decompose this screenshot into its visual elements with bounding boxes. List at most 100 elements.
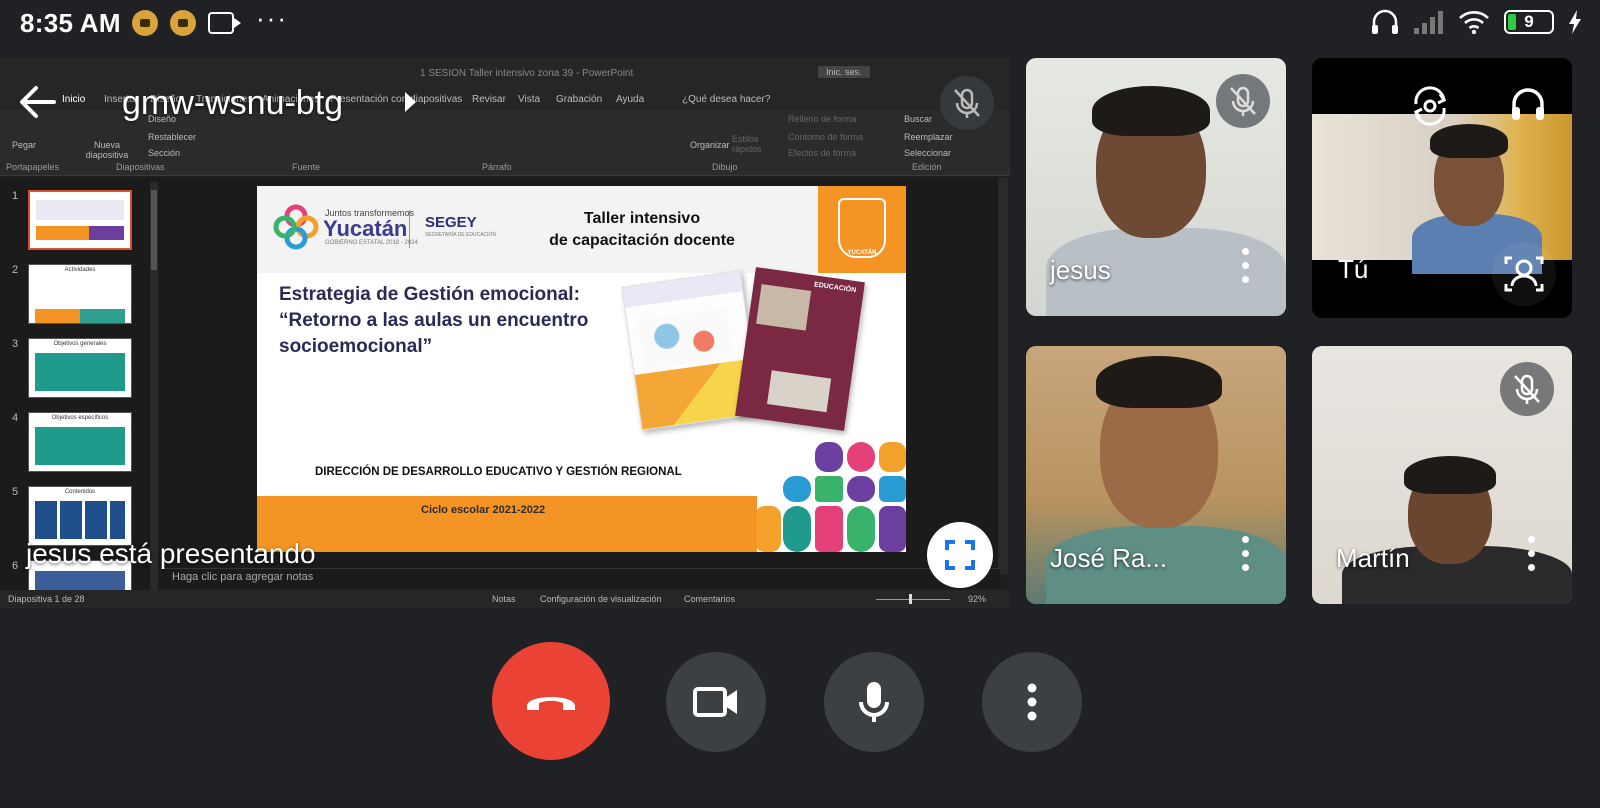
participant-more-icon[interactable] (1526, 536, 1536, 572)
ppt-select: Seleccionar (904, 148, 952, 158)
ppt-find: Buscar (904, 114, 933, 124)
ppt-tab: Revisar (472, 94, 506, 105)
heading-line: Estrategia de Gestión emocional: (279, 284, 580, 305)
notification-icons: ··· (132, 3, 288, 36)
zoom-slider-thumb (909, 594, 912, 604)
ppt-new-slide: Nueva diapositiva (85, 140, 129, 160)
slide-thumbnail: Actividades (28, 264, 132, 324)
chevron-right-icon[interactable] (405, 92, 416, 112)
ppt-group-label: Dibujo (712, 162, 738, 172)
logo-name: Yucatán (323, 216, 408, 241)
end-call-button[interactable] (492, 642, 610, 760)
meeting-code[interactable]: gmw-wsnu-btg (122, 84, 343, 123)
editor-scrollbar (998, 178, 1008, 574)
video-camera-icon (693, 687, 737, 717)
system-icons: 9 (1370, 8, 1582, 36)
participant-more-icon[interactable] (1240, 536, 1250, 572)
slide-thumbnail (28, 190, 132, 250)
display-settings: Configuración de visualización (540, 594, 662, 604)
school-year-text: Ciclo escolar 2021-2022 (421, 504, 546, 516)
thumbnail-number: 6 (12, 560, 19, 572)
more-vertical-icon (1027, 683, 1037, 721)
slide-thumbnails: 1 2 Actividades 3 Objetivos generales 4 … (0, 178, 160, 598)
thumbnail-number: 5 (12, 486, 19, 498)
zoom-slider (876, 599, 950, 600)
background-effects-icon (1504, 256, 1544, 292)
ppt-tab: Ayuda (616, 94, 645, 105)
slide-title: Taller intensivo de capacitación docente (527, 208, 757, 252)
app-notification-icon (132, 10, 158, 36)
ppt-replace: Reemplazar (904, 132, 953, 142)
participant-tile-jose[interactable]: José Ra... (1026, 346, 1286, 604)
call-controls (0, 640, 1600, 770)
hang-up-icon (527, 697, 575, 710)
participant-more-icon[interactable] (1240, 248, 1250, 284)
participant-name: José Ra... (1050, 543, 1168, 573)
book-label: EDUCACIÓN (813, 281, 857, 295)
microphone-icon (859, 682, 889, 722)
slide-direction-text: DIRECCIÓN DE DESARROLLO EDUCATIVO Y GEST… (315, 466, 682, 478)
heading-line: socioemocional” (279, 336, 433, 357)
mic-off-icon (954, 88, 980, 118)
microphone-toggle-button[interactable] (824, 652, 924, 752)
fullscreen-button[interactable] (927, 522, 993, 588)
headphones-status-icon (1372, 9, 1398, 34)
ppt-status-bar: Diapositiva 1 de 28 Notas Configuración … (0, 590, 1010, 608)
thumbnail-title: Contenidos (64, 489, 96, 495)
ppt-window-title: 1 SESION Taller intensivo zona 39 - Powe… (420, 68, 634, 79)
battery-level: 9 (1524, 12, 1534, 31)
logo-divider (409, 210, 410, 248)
seal-label: YUCATÁN (847, 250, 877, 256)
thumbnail-number: 4 (12, 412, 19, 424)
heading-line: “Retorno a las aulas un encuentro (279, 310, 589, 331)
ppt-group-label: Párrafo (482, 162, 512, 172)
slide-thumbnail: Contenidos (28, 486, 132, 546)
slide-thumbnail: Objetivos generales (28, 338, 132, 398)
notes-toggle: Notas (492, 594, 516, 604)
ppt-tab: Inicio (62, 94, 86, 105)
thumbnail-title: Objetivos generales (53, 341, 107, 347)
camera-toggle-button[interactable] (666, 652, 766, 752)
ppt-tell-me: ¿Qué desea hacer? (682, 94, 771, 105)
participant-tile-jesus[interactable]: jesus (1026, 58, 1286, 316)
ppt-tab: Presentación con diapositivas (330, 94, 463, 105)
ppt-tab: Grabación (556, 94, 603, 105)
status-bar: 8:35 AM ··· 9 (0, 0, 1600, 44)
agency-name: SEGEY (425, 214, 477, 231)
self-tile[interactable]: Tú (1312, 58, 1572, 318)
mic-off-icon (1514, 374, 1540, 404)
ppt-group-label: Portapapeles (6, 162, 60, 172)
ppt-tab: Vista (518, 94, 541, 105)
more-options-button[interactable] (982, 652, 1082, 752)
ppt-login-button: Inic. ses. (818, 66, 870, 78)
self-name: Tú (1338, 254, 1369, 284)
back-arrow-icon[interactable] (18, 82, 58, 122)
seal-panel: YUCATÁN (818, 186, 906, 273)
mic-off-indicator (1216, 74, 1270, 128)
ppt-shape-outline: Contorno de forma (788, 132, 864, 142)
participant-name: Martín (1336, 543, 1410, 573)
thumbnail-title: Actividades (64, 267, 96, 273)
agency-subtitle: SECRETARÍA DE EDUCACIÓN (425, 232, 497, 238)
presenter-mic-off-indicator (940, 76, 994, 130)
ppt-quick-styles: Estilos rápidos (732, 134, 762, 154)
notes-placeholder: Haga clic para agregar notas (172, 571, 314, 583)
presentation-tile[interactable]: 1 SESION Taller intensivo zona 39 - Powe… (0, 58, 1010, 608)
effects-button[interactable] (1492, 242, 1556, 306)
thumbnail-scrollbar (150, 182, 158, 592)
ppt-shape-effects: Efectos de forma (788, 148, 857, 158)
audio-output-icon[interactable] (1508, 84, 1548, 124)
thumbnail-title: Objetivos específicos (51, 415, 109, 421)
ppt-reset: Restablecer (148, 132, 197, 142)
cellular-signal-icon (1414, 10, 1444, 34)
participant-tile-martin[interactable]: Martín (1312, 346, 1572, 604)
camera-status-icon (208, 12, 241, 34)
ppt-arrange: Organizar (690, 140, 730, 150)
more-notifications-icon: ··· (256, 2, 288, 33)
switch-camera-icon[interactable] (1408, 84, 1452, 128)
ppt-section: Sección (148, 148, 181, 158)
presenting-label: jesus está presentando (26, 538, 316, 569)
battery-indicator: 9 (1504, 10, 1554, 34)
mic-off-icon (1230, 86, 1256, 116)
color-mosaic-graphic (755, 442, 906, 552)
